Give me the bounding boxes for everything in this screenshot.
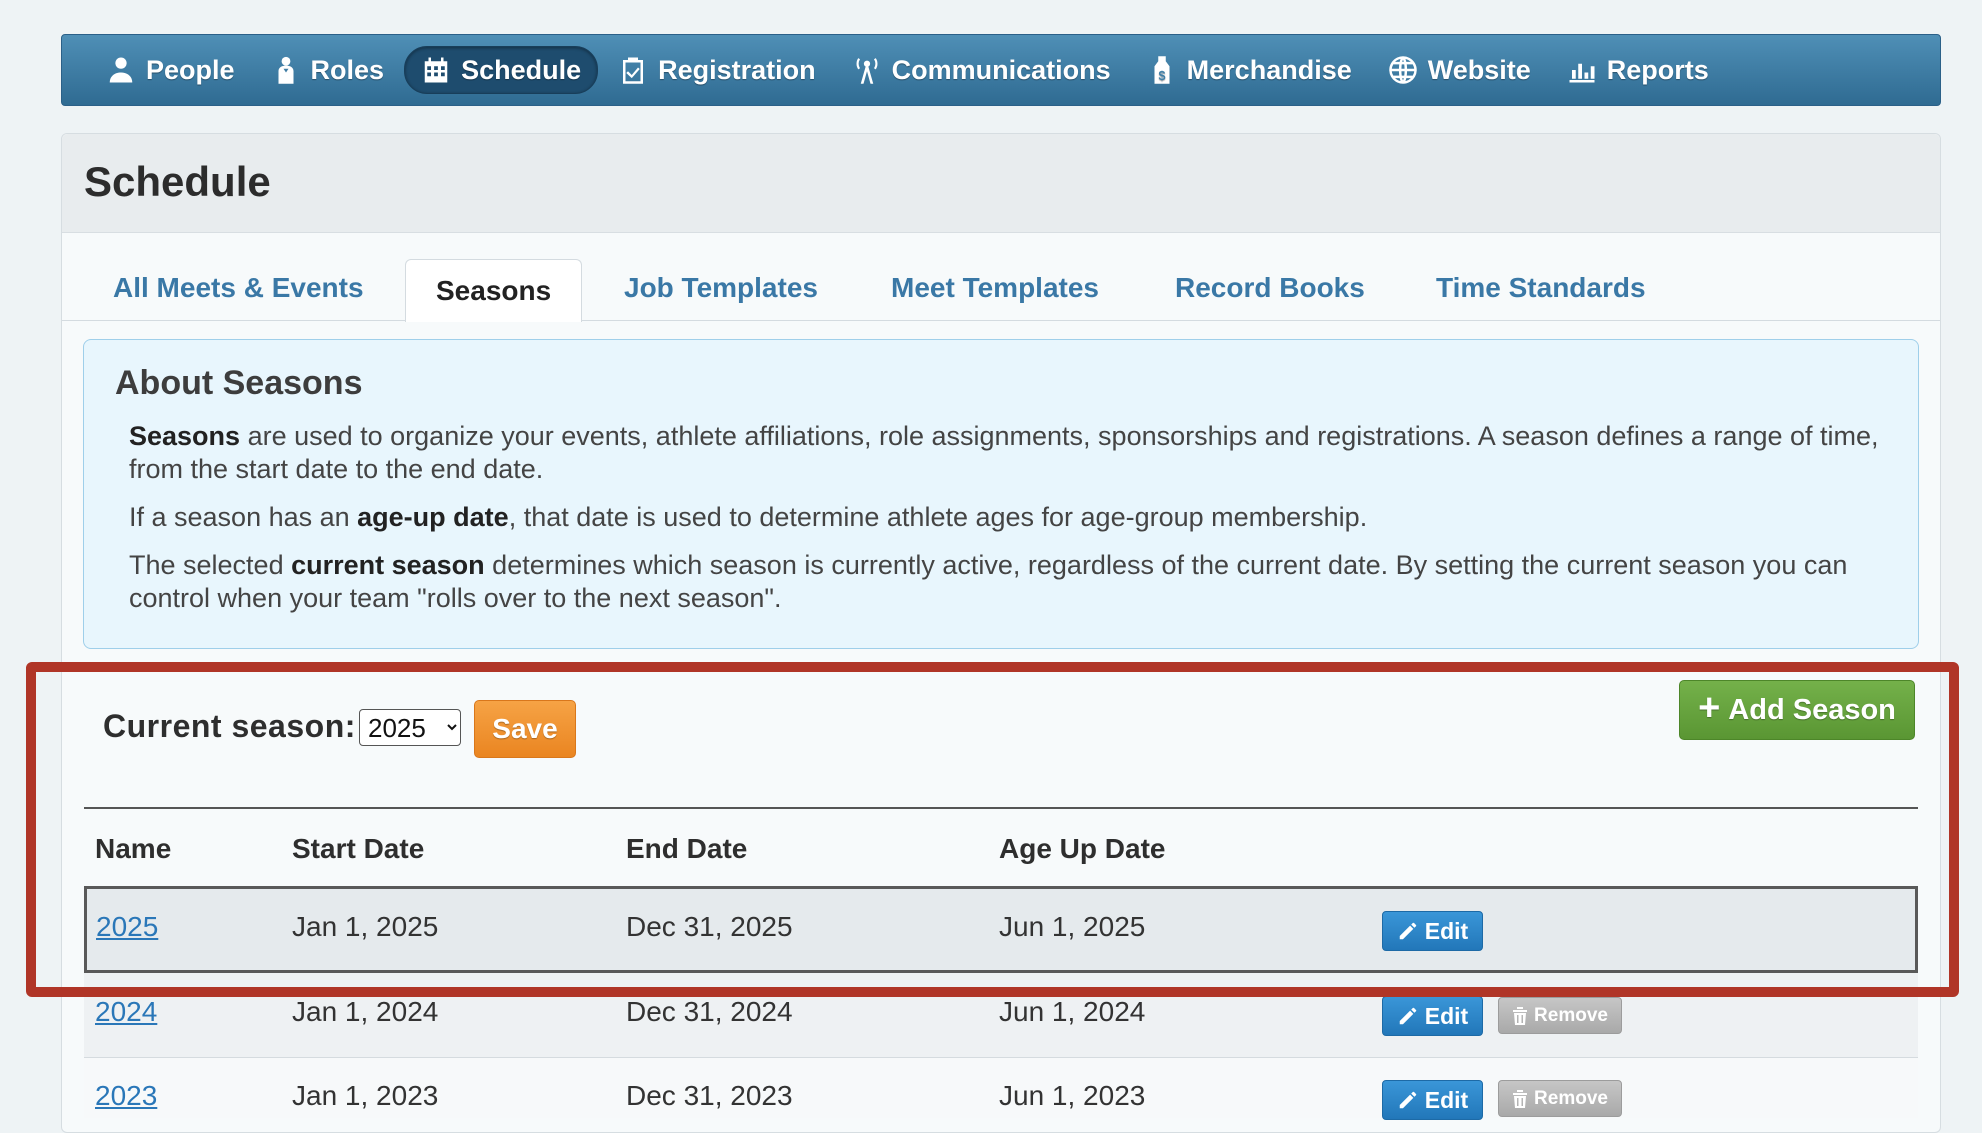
edit-label: Edit [1424, 1002, 1469, 1029]
about-term-seasons: Seasons [129, 421, 241, 451]
age-up-date: Jun 1, 2024 [999, 996, 1146, 1027]
header-end-date: End Date [626, 833, 748, 864]
panel-header [62, 134, 1940, 233]
table-row: 2025 Jan 1, 2025 Dec 31, 2025 Jun 1, 202… [84, 886, 1918, 973]
season-name-link[interactable]: 2023 [95, 1080, 157, 1112]
about-paragraph-3: The selected current season determines w… [129, 549, 1889, 615]
pencil-icon [1399, 1091, 1417, 1109]
about-text: are used to organize your events, athlet… [129, 421, 1879, 484]
edit-label: Edit [1424, 1086, 1469, 1113]
edit-button[interactable]: Edit [1382, 996, 1483, 1036]
svg-text:$: $ [1158, 69, 1165, 83]
end-date: Dec 31, 2025 [626, 911, 793, 942]
about-seasons-box: About Seasons Seasons are used to organi… [83, 339, 1919, 649]
about-term-current-season: current season [291, 550, 485, 580]
about-term-age-up: age-up date [357, 502, 509, 532]
age-up-date: Jun 1, 2025 [999, 911, 1146, 942]
remove-button[interactable]: Remove [1498, 1080, 1622, 1117]
table-top-rule [84, 807, 1918, 809]
end-date: Dec 31, 2024 [626, 996, 793, 1027]
about-text: , that date is used to determine athlete… [508, 502, 1368, 532]
season-name-link[interactable]: 2025 [96, 911, 158, 943]
tab-all-meets-events[interactable]: All Meets & Events [113, 260, 364, 320]
tab-meet-templates[interactable]: Meet Templates [891, 260, 1099, 320]
about-text: The selected [129, 550, 292, 580]
nav-registration[interactable]: Registration [602, 47, 832, 93]
about-title: About Seasons [115, 364, 363, 402]
calendar-icon [424, 57, 448, 83]
nav-reports[interactable]: Reports [1551, 47, 1725, 93]
header-start-date: Start Date [292, 833, 425, 864]
nav-label: People [146, 54, 235, 85]
trash-icon [1513, 1006, 1528, 1025]
about-paragraph-1: Seasons are used to organize your events… [129, 420, 1889, 486]
save-button[interactable]: Save [474, 700, 576, 758]
broadcast-icon [856, 58, 878, 84]
nav-label: Roles [310, 54, 385, 85]
tab-time-standards[interactable]: Time Standards [1436, 260, 1646, 320]
nav-people[interactable]: People [90, 47, 251, 93]
plus-icon: + [1698, 687, 1721, 729]
remove-button[interactable]: Remove [1498, 997, 1622, 1034]
header-name: Name [95, 833, 172, 864]
remove-label: Remove [1534, 1087, 1608, 1109]
nav-label: Schedule [461, 54, 582, 85]
bar-chart-icon [1569, 63, 1595, 83]
current-season-select[interactable]: 2025 [359, 709, 461, 746]
nav-label: Reports [1606, 54, 1709, 85]
globe-icon [1389, 56, 1417, 84]
nav-communications[interactable]: Communications [836, 47, 1127, 93]
pencil-icon [1399, 922, 1417, 940]
table-row: 2024 Jan 1, 2024 Dec 31, 2024 Jun 1, 202… [84, 973, 1918, 1058]
header-age-up-date: Age Up Date [999, 833, 1166, 864]
nav-label: Website [1427, 54, 1531, 85]
pencil-icon [1399, 1007, 1417, 1025]
person-icon [109, 57, 133, 83]
tab-job-templates[interactable]: Job Templates [624, 260, 818, 320]
add-season-label: Add Season [1728, 693, 1896, 726]
remove-label: Remove [1534, 1004, 1608, 1026]
nav-roles[interactable]: Roles [255, 47, 401, 93]
nav-label: Communications [891, 54, 1111, 85]
tab-bar: All Meets & Events Seasons Job Templates… [62, 259, 1940, 322]
nav-schedule[interactable]: Schedule [404, 46, 599, 94]
tab-seasons[interactable]: Seasons [405, 259, 583, 322]
role-icon [278, 56, 294, 84]
trash-icon [1513, 1089, 1528, 1108]
about-text: If a season has an [129, 502, 358, 532]
clipboard-check-icon [623, 57, 644, 84]
top-nav: People Roles Schedule Registration Commu… [61, 34, 1941, 106]
start-date: Jan 1, 2024 [292, 996, 439, 1027]
edit-button[interactable]: Edit [1382, 1080, 1483, 1120]
about-paragraph-2: If a season has an age-up date, that dat… [129, 501, 1889, 534]
start-date: Jan 1, 2023 [292, 1080, 439, 1111]
current-season-label: Current season: [103, 708, 356, 744]
nav-label: Merchandise [1186, 54, 1352, 85]
age-up-date: Jun 1, 2023 [999, 1080, 1146, 1111]
nav-website[interactable]: Website [1372, 47, 1547, 93]
add-season-button[interactable]: + Add Season [1679, 680, 1915, 740]
end-date: Dec 31, 2023 [626, 1080, 793, 1111]
start-date: Jan 1, 2025 [292, 911, 439, 942]
edit-label: Edit [1424, 917, 1469, 944]
tab-record-books[interactable]: Record Books [1175, 260, 1365, 320]
nav-merchandise[interactable]: $ Merchandise [1131, 47, 1368, 93]
nav-label: Registration [658, 54, 816, 85]
edit-button[interactable]: Edit [1382, 911, 1483, 951]
page-title: Schedule [84, 158, 271, 205]
season-name-link[interactable]: 2024 [95, 996, 157, 1028]
price-tag-icon: $ [1154, 56, 1170, 84]
table-row: 2023 Jan 1, 2023 Dec 31, 2023 Jun 1, 202… [84, 1058, 1918, 1120]
